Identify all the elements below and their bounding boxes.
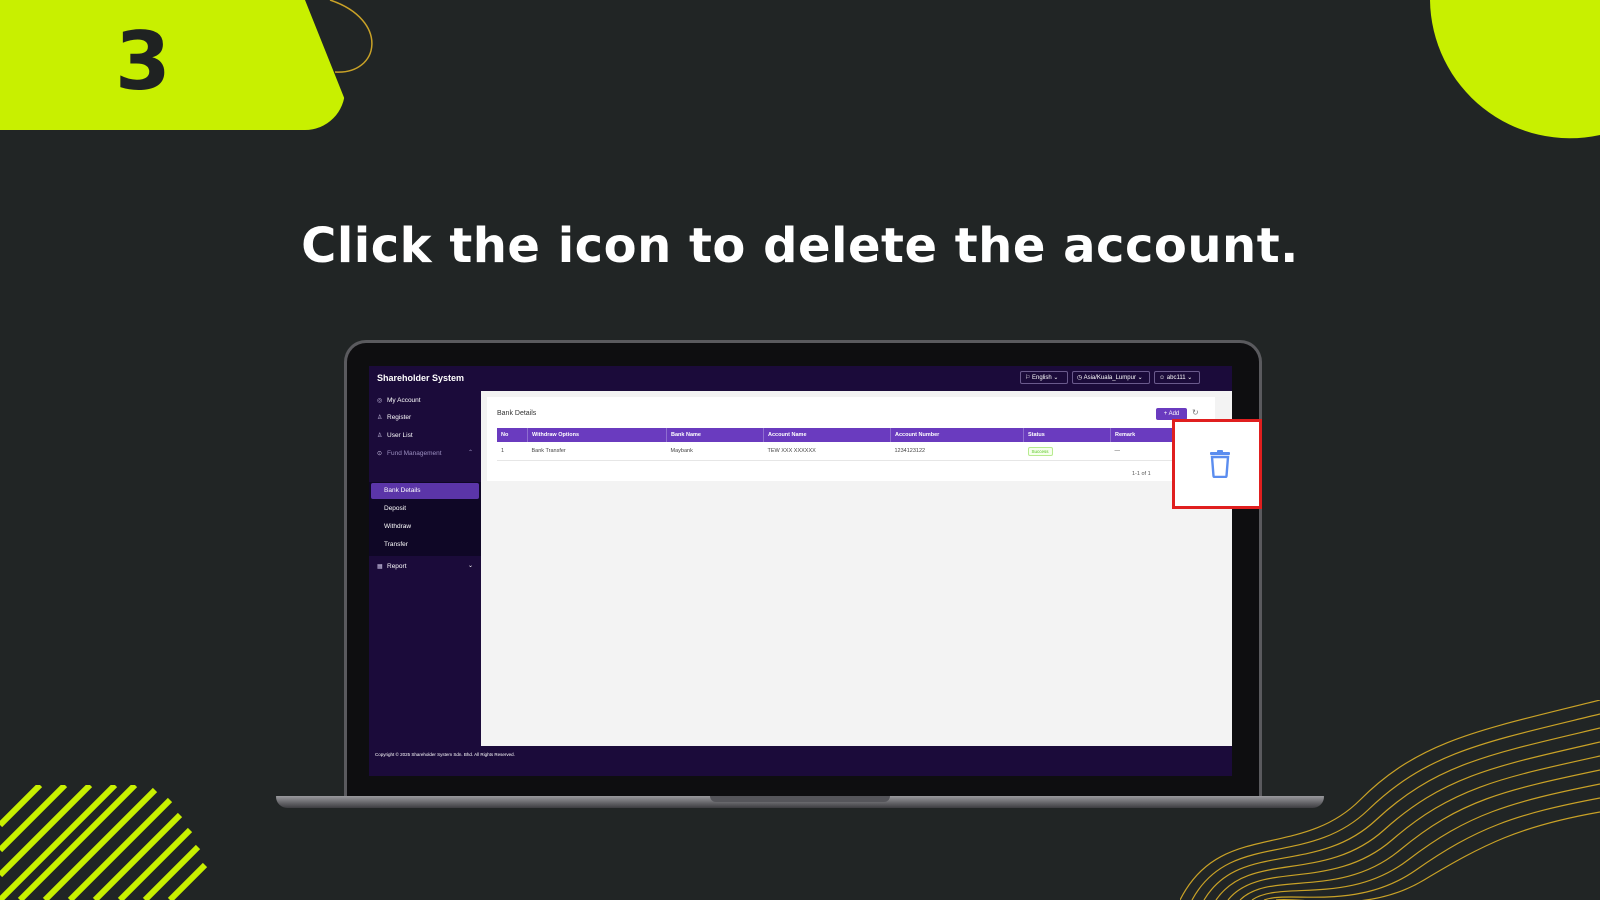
instruction-headline: Click the icon to delete the account. — [301, 218, 1299, 274]
chevron-down-icon: ⌄ — [467, 563, 473, 569]
sidebar-item-label: User List — [387, 432, 413, 439]
fund-submenu: Bank Details Deposit Withdraw Transfer — [369, 482, 481, 556]
sidebar: ◎ My Account ♙ Register ♙ User List ⊙ Fu… — [369, 391, 481, 763]
sidebar-item-register[interactable]: ♙ Register — [369, 409, 481, 426]
trash-icon[interactable] — [1208, 450, 1232, 478]
sidebar-item-user-list[interactable]: ♙ User List — [369, 427, 481, 444]
sidebar-subitem-transfer[interactable]: Transfer — [371, 537, 479, 553]
sidebar-item-label: Fund Management — [387, 450, 442, 457]
status-badge: Success — [1027, 446, 1053, 456]
step-badge — [0, 0, 345, 130]
table-header-row: No Withdraw Options Bank Name Account Na… — [497, 428, 1197, 442]
delete-icon-callout — [1172, 419, 1262, 509]
cell-bank-name: Maybank — [666, 442, 764, 461]
main-content: Bank Details + Add ↻ No Withdraw Options… — [481, 391, 1232, 763]
language-icon: ⚐ — [1025, 375, 1033, 381]
bank-details-table: No Withdraw Options Bank Name Account Na… — [497, 428, 1197, 461]
sidebar-subitem-label: Bank Details — [384, 487, 421, 494]
sidebar-item-label: My Account — [387, 397, 421, 404]
timezone-selector[interactable]: ◷ Asia/Kuala_Lumpur ⌄ — [1072, 371, 1150, 384]
user-icon: ♙ — [377, 415, 383, 421]
page-title: Bank Details — [497, 410, 537, 417]
user-value: abc111 — [1166, 375, 1186, 381]
cell-account-name: TEW XXX XXXXXX — [763, 442, 891, 461]
language-selector[interactable]: ⚐ English ⌄ — [1020, 371, 1068, 384]
user-menu[interactable]: ☺ abc111 ⌄ — [1154, 371, 1200, 384]
sidebar-item-label: Register — [387, 414, 412, 421]
clock-icon: ◷ — [1077, 375, 1084, 381]
sidebar-subitem-label: Withdraw — [384, 523, 412, 530]
column-header: Account Number — [890, 428, 1024, 442]
user-icon: ♙ — [377, 433, 383, 439]
column-header: Withdraw Options — [527, 428, 667, 442]
sidebar-item-fund-management[interactable]: ⊙ Fund Management ⌃ — [369, 445, 481, 462]
column-header: Account Name — [763, 428, 891, 442]
table-row: 1 Bank Transfer Maybank TEW XXX XXXXXX 1… — [497, 442, 1197, 461]
decorative-circle-top-right — [1430, 0, 1600, 139]
app-header: Shareholder System ⚐ English ⌄ ◷ Asia/Ku… — [369, 366, 1232, 391]
column-header: Status — [1023, 428, 1111, 442]
decorative-arc-top-left — [329, 0, 373, 73]
chevron-up-icon: ⌃ — [467, 450, 473, 456]
column-header: Bank Name — [666, 428, 764, 442]
cell-account-number: 1234123122 — [890, 442, 1024, 461]
fund-icon: ⊙ — [377, 451, 383, 457]
refresh-icon[interactable]: ↻ — [1192, 408, 1199, 417]
user-icon: ☺ — [1159, 375, 1167, 381]
decorative-stripes-bottom-left — [0, 785, 208, 900]
cell-no: 1 — [497, 442, 528, 461]
laptop-notch — [710, 796, 890, 802]
sidebar-subitem-bank-details[interactable]: Bank Details — [371, 483, 479, 499]
timezone-value: Asia/Kuala_Lumpur — [1083, 375, 1136, 381]
cell-withdraw-option: Bank Transfer — [527, 442, 667, 461]
column-header: No — [497, 428, 528, 442]
app-title: Shareholder System — [377, 373, 465, 383]
sidebar-item-my-account[interactable]: ◎ My Account — [369, 392, 481, 409]
pagination-info: 1-1 of 1 — [1132, 471, 1151, 477]
sidebar-item-report[interactable]: ▦ Report ⌄ — [369, 558, 481, 575]
report-icon: ▦ — [377, 564, 383, 570]
copyright-text: Copyright © 2025 Shareholder System Sdn.… — [375, 752, 515, 757]
sidebar-subitem-label: Transfer — [384, 541, 408, 548]
app-screen: Shareholder System ⚐ English ⌄ ◷ Asia/Ku… — [369, 366, 1232, 776]
bank-details-card: Bank Details + Add ↻ No Withdraw Options… — [487, 397, 1215, 481]
sidebar-subitem-label: Deposit — [384, 505, 407, 512]
sidebar-subitem-deposit[interactable]: Deposit — [371, 501, 479, 517]
step-number: 3 — [115, 15, 171, 108]
app-footer: Copyright © 2025 Shareholder System Sdn.… — [369, 746, 1232, 763]
sidebar-subitem-withdraw[interactable]: Withdraw — [371, 519, 479, 535]
sidebar-item-label: Report — [387, 563, 407, 570]
language-value: English — [1032, 375, 1052, 381]
cell-status: Success — [1023, 442, 1111, 461]
account-icon: ◎ — [377, 398, 383, 404]
